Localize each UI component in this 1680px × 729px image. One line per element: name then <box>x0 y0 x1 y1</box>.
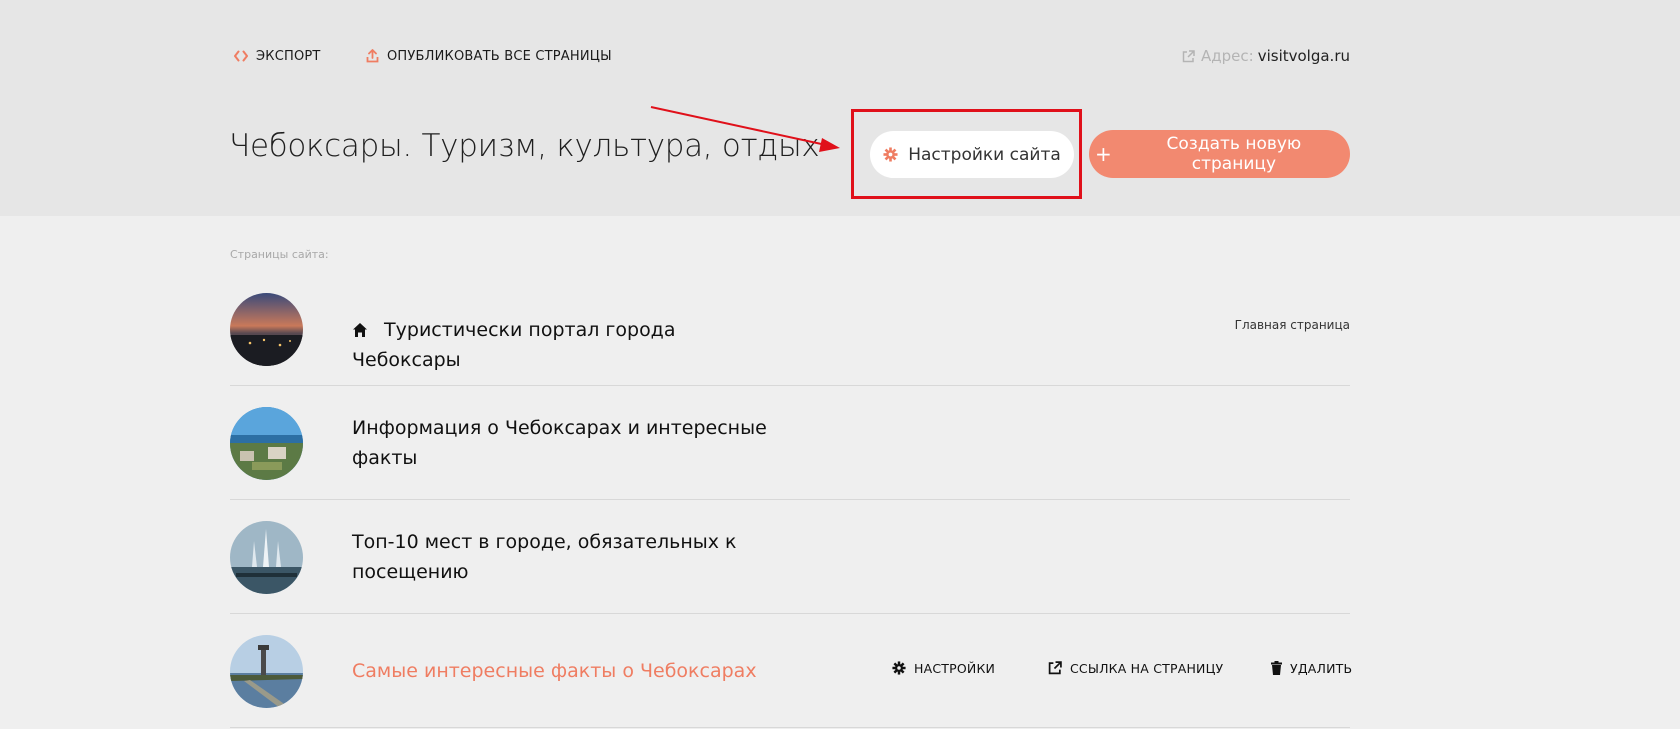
page-settings-button[interactable]: НАСТРОЙКИ <box>892 660 995 676</box>
page-row: Информация о Чебоксарах и интересные фак… <box>230 386 1350 500</box>
code-brackets-icon <box>234 50 248 62</box>
address-label: Адрес: <box>1201 47 1254 65</box>
export-link[interactable]: ЭКСПОРТ <box>234 48 321 64</box>
create-page-button[interactable]: + Создать новую страницу <box>1089 130 1350 178</box>
external-link-icon <box>1048 661 1062 675</box>
plus-icon: + <box>1095 142 1112 166</box>
export-label: ЭКСПОРТ <box>256 48 321 64</box>
page-link-button[interactable]: ССЫЛКА НА СТРАНИЦУ <box>1048 660 1223 676</box>
page-row: Туристически портал города Чебоксары Гла… <box>230 272 1350 386</box>
homepage-badge: Главная страница <box>1234 318 1350 332</box>
page-title[interactable]: Самые интересные факты о Чебоксарах <box>352 656 757 686</box>
page-row: Топ-10 мест в городе, обязательных к пос… <box>230 500 1350 614</box>
create-page-label: Создать новую страницу <box>1166 134 1302 174</box>
page-title-text: Туристически портал города Чебоксары <box>352 319 676 371</box>
site-title: Чебоксары. Туризм, культура, отдых <box>229 128 820 164</box>
publish-all-link[interactable]: ОПУБЛИКОВАТЬ ВСЕ СТРАНИЦЫ <box>366 48 612 64</box>
gear-icon <box>883 147 898 162</box>
page-link-label: ССЫЛКА НА СТРАНИЦУ <box>1070 660 1224 676</box>
page-title[interactable]: Информация о Чебоксарах и интересные фак… <box>352 413 782 473</box>
site-header <box>0 0 1680 216</box>
page-thumbnail <box>230 635 303 708</box>
page-settings-label: НАСТРОЙКИ <box>914 660 996 676</box>
home-icon <box>352 322 368 338</box>
page-thumbnail <box>230 293 303 366</box>
page-title[interactable]: Топ-10 мест в городе, обязательных к пос… <box>352 527 782 587</box>
external-link-icon <box>1182 49 1195 63</box>
page-delete-button[interactable]: УДАЛИТЬ <box>1271 660 1352 676</box>
address-domain[interactable]: visitvolga.ru <box>1258 47 1350 65</box>
pages-section-label: Страницы сайта: <box>230 248 329 261</box>
site-settings-label: Настройки сайта <box>908 144 1061 165</box>
gear-icon <box>892 661 906 675</box>
page-thumbnail <box>230 521 303 594</box>
trash-icon <box>1271 661 1282 675</box>
site-settings-button[interactable]: Настройки сайта <box>870 131 1074 178</box>
page-thumbnail <box>230 407 303 480</box>
page-title[interactable]: Туристически портал города Чебоксары <box>352 315 782 375</box>
upload-icon <box>366 49 379 63</box>
publish-all-label: ОПУБЛИКОВАТЬ ВСЕ СТРАНИЦЫ <box>387 48 612 64</box>
page-delete-label: УДАЛИТЬ <box>1290 660 1353 676</box>
page-row: Самые интересные факты о Чебоксарах НАСТ… <box>230 614 1352 728</box>
site-address[interactable]: Адрес: visitvolga.ru <box>1182 46 1350 66</box>
